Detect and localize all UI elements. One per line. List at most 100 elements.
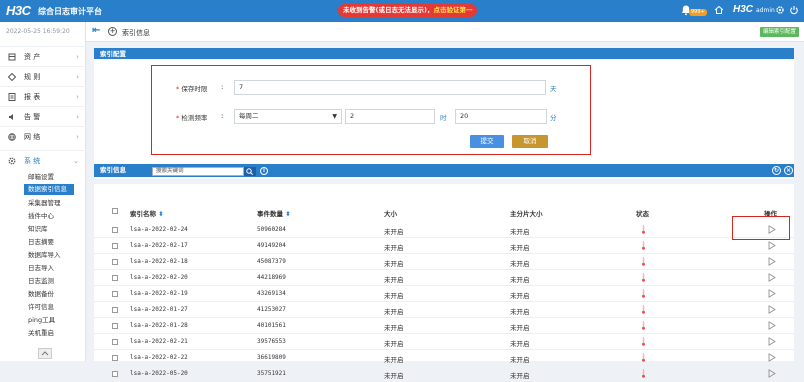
sidebar-item-rule[interactable]: 规 则 › — [0, 66, 86, 86]
collapse-sidebar-icon[interactable]: ⇤ — [92, 26, 100, 36]
sidebar-subitem-log-monitor[interactable]: 日志监测 — [28, 276, 54, 287]
play-icon[interactable] — [768, 305, 776, 314]
event-count-cell: 41253027 — [257, 306, 286, 313]
row-checkbox[interactable] — [112, 355, 118, 361]
top-bar: H3C 综合日志审计平台 未收到告警(或日志无法显示)，点击验证第一 999+ … — [0, 0, 804, 22]
alert-link[interactable]: 点击验证第一 — [433, 6, 472, 14]
settings-icon[interactable] — [775, 5, 785, 15]
index-name-cell: lsa-a-2022-02-17 — [130, 242, 188, 249]
event-count-cell: 49149204 — [257, 242, 286, 249]
search-icon — [246, 168, 253, 175]
sidebar: 2022-05-25 16:59:20 资 产 › 规 则 › 报 表 › 告 警 › … — [0, 22, 86, 361]
table-row: lsa-a-2022-02-17 49149204 未开启 未开启 — [94, 238, 794, 254]
row-checkbox[interactable] — [112, 291, 118, 297]
sidebar-subitem-index[interactable]: 数据索引信息 — [24, 184, 74, 195]
search-input[interactable]: 搜索关键词 — [152, 167, 244, 176]
size-cell: 未开启 — [384, 260, 404, 268]
sidebar-item-system[interactable]: 系 统 ⌄ — [0, 150, 86, 170]
sidebar-subitem-knowledge[interactable]: 知识库 — [28, 224, 48, 235]
row-checkbox[interactable] — [112, 275, 118, 281]
play-icon[interactable] — [768, 337, 776, 346]
col-event-count[interactable]: 事件数量 ⬍ — [257, 208, 291, 218]
retention-input[interactable]: 7 — [234, 80, 546, 95]
size-cell: 未开启 — [384, 372, 404, 380]
sidebar-subitem-backup[interactable]: 数据备份 — [28, 289, 54, 300]
play-icon[interactable] — [768, 289, 776, 298]
thermometer-icon — [642, 225, 645, 234]
play-icon[interactable] — [768, 321, 776, 330]
index-name-cell: lsa-a-2022-02-24 — [130, 226, 188, 233]
play-icon[interactable] — [768, 241, 776, 250]
hour-input[interactable]: 20 — [455, 109, 547, 124]
index-name-cell: lsa-a-2022-02-19 — [130, 290, 188, 297]
page-title: 索引信息 — [122, 29, 150, 37]
info-icon[interactable]: i — [260, 167, 268, 175]
frequency-select-value: 每周二 — [239, 112, 259, 120]
power-icon[interactable] — [789, 5, 799, 15]
add-circle-icon[interactable]: + — [108, 27, 117, 36]
edit-index-config-button[interactable]: 编辑索引配置 — [760, 27, 800, 37]
home-icon[interactable] — [714, 5, 724, 15]
sidebar-subitem-license[interactable]: 许可信息 — [28, 302, 54, 313]
size-cell: 未开启 — [384, 356, 404, 364]
scroll-up-button[interactable] — [38, 348, 52, 359]
select-all-checkbox[interactable] — [112, 208, 118, 214]
alert-banner[interactable]: 未收到告警(或日志无法显示)，点击验证第一 — [338, 4, 478, 17]
row-checkbox[interactable] — [112, 339, 118, 345]
sidebar-subitem-db-import[interactable]: 数据库导入 — [28, 250, 61, 261]
play-icon[interactable] — [768, 369, 776, 378]
row-checkbox[interactable] — [112, 227, 118, 233]
frequency-day-input[interactable]: 2 — [345, 109, 435, 124]
retention-unit: 天 — [550, 85, 557, 93]
sidebar-subitem-collector[interactable]: 采集器管理 — [28, 198, 61, 209]
primary-size-cell: 未开启 — [510, 260, 530, 268]
refresh-icon[interactable]: ↻ — [772, 166, 781, 175]
cancel-button[interactable]: 取消 — [512, 135, 548, 148]
sidebar-item-asset[interactable]: 资 产 › — [0, 46, 86, 66]
primary-size-cell: 未开启 — [510, 308, 530, 316]
sidebar-item-label: 告 警 — [24, 113, 41, 121]
search-button[interactable] — [244, 167, 256, 176]
table-row: lsa-a-2022-05-20 35751921 未开启 未开启 — [94, 366, 794, 382]
table-row: lsa-a-2022-02-18 45087379 未开启 未开启 — [94, 254, 794, 270]
row-checkbox[interactable] — [112, 243, 118, 249]
table-header: 索引名称 ⬍ 事件数量 ⬍ 大小 主分片大小 状态 操作 — [94, 206, 794, 218]
user-name[interactable]: admin — [756, 7, 775, 14]
row-checkbox[interactable] — [112, 307, 118, 313]
row-checkbox[interactable] — [112, 371, 118, 377]
sidebar-item-alarm[interactable]: 告 警 › — [0, 106, 86, 126]
sidebar-subitem-log-import[interactable]: 日志导入 — [28, 263, 54, 274]
thermometer-icon — [642, 273, 645, 282]
sidebar-item-label: 规 则 — [24, 73, 41, 81]
close-icon[interactable]: × — [784, 166, 793, 175]
col-index-name[interactable]: 索引名称 ⬍ — [130, 208, 164, 218]
thermometer-icon — [642, 337, 645, 346]
row-checkbox[interactable] — [112, 259, 118, 265]
sidebar-item-report[interactable]: 报 表 › — [0, 86, 86, 106]
table-row: lsa-a-2022-02-21 39576553 未开启 未开启 — [94, 334, 794, 350]
size-cell: 未开启 — [384, 340, 404, 348]
sidebar-item-label: 网 络 — [24, 133, 41, 141]
sidebar-subitem-plugin[interactable]: 插件中心 — [28, 211, 54, 222]
submit-button[interactable]: 提交 — [470, 135, 504, 148]
sidebar-subitem-summary[interactable]: 日志摘要 — [28, 237, 54, 248]
index-name-cell: lsa-a-2022-02-21 — [130, 338, 188, 345]
sidebar-subitem-ping[interactable]: ping工具 — [28, 315, 55, 326]
action-highlight-box — [732, 216, 790, 240]
primary-size-cell: 未开启 — [510, 372, 530, 380]
colon: : — [221, 83, 224, 91]
play-icon[interactable] — [768, 257, 776, 266]
frequency-select[interactable]: 每周二 ▼ — [234, 109, 342, 124]
sidebar-subitem-shutdown[interactable]: 关机重启 — [28, 328, 54, 339]
alert-text: 未收到告警(或日志无法显示)， — [343, 6, 434, 14]
sidebar-subitem-mail[interactable]: 邮箱设置 — [28, 172, 54, 183]
event-count-cell: 36619809 — [257, 354, 286, 361]
play-icon[interactable] — [768, 273, 776, 282]
thermometer-icon — [642, 305, 645, 314]
app-title: 综合日志审计平台 — [38, 7, 102, 16]
primary-size-cell: 未开启 — [510, 292, 530, 300]
row-checkbox[interactable] — [112, 323, 118, 329]
size-cell: 未开启 — [384, 244, 404, 252]
sidebar-item-network[interactable]: 网 络 › — [0, 126, 86, 146]
index-name-cell: lsa-a-2022-02-18 — [130, 258, 188, 265]
